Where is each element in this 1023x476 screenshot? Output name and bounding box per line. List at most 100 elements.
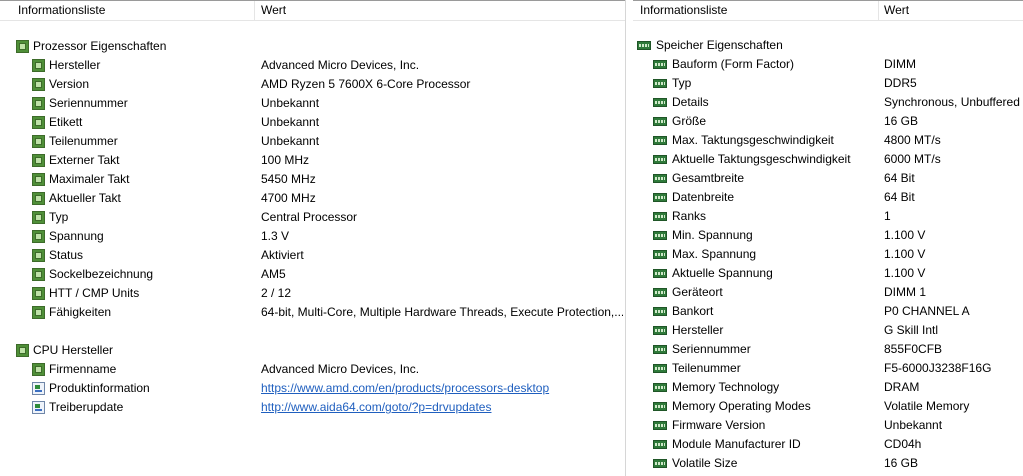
column-header-value[interactable]: Wert bbox=[878, 1, 909, 20]
list-item[interactable]: Teilenummer Unbekannt bbox=[0, 132, 625, 151]
list-item[interactable]: Min. Spannung 1.100 V bbox=[633, 226, 1023, 245]
section-header[interactable]: Speicher Eigenschaften bbox=[633, 36, 1023, 55]
list-item[interactable]: Volatile Size 16 GB bbox=[633, 454, 1023, 473]
row-value: 2 / 12 bbox=[261, 286, 292, 300]
list-item[interactable]: Teilenummer F5-6000J3238F16G bbox=[633, 359, 1023, 378]
list-item[interactable]: Etikett Unbekannt bbox=[0, 113, 625, 132]
section-header[interactable]: CPU Hersteller bbox=[0, 341, 625, 360]
row-label: Aktueller Takt bbox=[49, 191, 121, 205]
row-label: Firmware Version bbox=[672, 418, 766, 432]
list-item[interactable]: Firmenname Advanced Micro Devices, Inc. bbox=[0, 360, 625, 379]
row-label: Hersteller bbox=[672, 323, 724, 337]
row-value: Advanced Micro Devices, Inc. bbox=[261, 362, 420, 376]
row-label: Größe bbox=[672, 114, 707, 128]
row-label: Maximaler Takt bbox=[49, 172, 130, 186]
row-label: Firmenname bbox=[49, 362, 117, 376]
memory-info-list[interactable]: Informationsliste Wert Speicher Eigensch… bbox=[633, 0, 1023, 476]
row-label: Aktuelle Spannung bbox=[672, 266, 773, 280]
processor-info-list[interactable]: Informationsliste Wert Prozessor Eigensc… bbox=[0, 0, 626, 476]
list-item[interactable]: Spannung 1.3 V bbox=[0, 227, 625, 246]
row-value: Aktiviert bbox=[261, 248, 304, 262]
row-label: Datenbreite bbox=[672, 190, 735, 204]
row-label: Min. Spannung bbox=[672, 228, 753, 242]
row-label: Memory Operating Modes bbox=[672, 399, 811, 413]
list-item[interactable]: Max. Taktungsgeschwindigkeit 4800 MT/s bbox=[633, 131, 1023, 150]
list-item[interactable]: Gesamtbreite 64 Bit bbox=[633, 169, 1023, 188]
list-item[interactable]: Aktuelle Spannung 1.100 V bbox=[633, 264, 1023, 283]
list-item[interactable]: Externer Takt 100 MHz bbox=[0, 151, 625, 170]
list-item[interactable]: Bankort P0 CHANNEL A bbox=[633, 302, 1023, 321]
column-header-info[interactable]: Informationsliste bbox=[12, 1, 105, 20]
memory-module-icon bbox=[653, 98, 667, 107]
memory-module-icon bbox=[653, 326, 667, 335]
list-item[interactable]: Hersteller Advanced Micro Devices, Inc. bbox=[0, 56, 625, 75]
link-page-icon bbox=[32, 382, 45, 395]
row-value: 855F0CFB bbox=[884, 342, 943, 356]
column-header-info[interactable]: Informationsliste bbox=[634, 1, 727, 20]
list-item[interactable]: Firmware Version Unbekannt bbox=[633, 416, 1023, 435]
cpu-chip-icon bbox=[32, 211, 45, 224]
memory-module-icon bbox=[637, 41, 651, 50]
column-header-value[interactable]: Wert bbox=[255, 1, 286, 20]
row-value: CD04h bbox=[884, 437, 922, 451]
cpu-chip-icon bbox=[32, 268, 45, 281]
memory-module-icon bbox=[653, 402, 667, 411]
row-value: Unbekannt bbox=[884, 418, 943, 432]
list-item[interactable]: Status Aktiviert bbox=[0, 246, 625, 265]
cpu-chip-icon bbox=[16, 344, 29, 357]
row-value: 64 Bit bbox=[884, 171, 915, 185]
cpu-chip-icon bbox=[32, 78, 45, 91]
row-value: Unbekannt bbox=[261, 134, 320, 148]
list-item[interactable]: Bauform (Form Factor) DIMM bbox=[633, 55, 1023, 74]
hyperlink-value[interactable]: http://www.aida64.com/goto/?p=drvupdates bbox=[261, 398, 623, 417]
pane-splitter[interactable] bbox=[626, 0, 633, 476]
row-label: Bauform (Form Factor) bbox=[672, 57, 795, 71]
section-header[interactable]: Prozessor Eigenschaften bbox=[0, 37, 625, 56]
hyperlink-value[interactable]: https://www.amd.com/en/products/processo… bbox=[261, 379, 623, 398]
row-value: 16 GB bbox=[884, 456, 919, 470]
list-item[interactable]: Aktuelle Taktungsgeschwindigkeit 6000 MT/… bbox=[633, 150, 1023, 169]
list-item[interactable]: Max. Spannung 1.100 V bbox=[633, 245, 1023, 264]
list-item[interactable]: Memory Technology DRAM bbox=[633, 378, 1023, 397]
memory-module-icon bbox=[653, 193, 667, 202]
list-item[interactable]: Hersteller G Skill Intl bbox=[633, 321, 1023, 340]
list-item[interactable]: Typ DDR5 bbox=[633, 74, 1023, 93]
row-label: Version bbox=[49, 77, 90, 91]
row-value: 64-bit, Multi-Core, Multiple Hardware Th… bbox=[261, 305, 623, 319]
list-item[interactable]: Maximaler Takt 5450 MHz bbox=[0, 170, 625, 189]
list-item[interactable]: HTT / CMP Units 2 / 12 bbox=[0, 284, 625, 303]
row-value: Synchronous, Unbuffered bbox=[884, 95, 1020, 109]
row-value: 100 MHz bbox=[261, 153, 310, 167]
row-label: Max. Spannung bbox=[672, 247, 757, 261]
list-item[interactable]: Seriennummer Unbekannt bbox=[0, 94, 625, 113]
memory-module-icon bbox=[653, 307, 667, 316]
list-item[interactable]: Datenbreite 64 Bit bbox=[633, 188, 1023, 207]
memory-module-icon bbox=[653, 174, 667, 183]
list-item[interactable]: Module Manufacturer ID CD04h bbox=[633, 435, 1023, 454]
cpu-chip-icon bbox=[32, 135, 45, 148]
list-item[interactable]: Produktinformation https://www.amd.com/en… bbox=[0, 379, 625, 398]
memory-module-icon bbox=[653, 383, 667, 392]
row-value: 1.100 V bbox=[884, 228, 926, 242]
row-value: 6000 MT/s bbox=[884, 152, 941, 166]
list-item[interactable]: Geräteort DIMM 1 bbox=[633, 283, 1023, 302]
list-item[interactable]: Sockelbezeichnung AM5 bbox=[0, 265, 625, 284]
row-value: AMD Ryzen 5 7600X 6-Core Processor bbox=[261, 77, 471, 91]
list-item[interactable]: Aktueller Takt 4700 MHz bbox=[0, 189, 625, 208]
list-item[interactable]: Fähigkeiten 64-bit, Multi-Core, Multiple … bbox=[0, 303, 625, 322]
section-title: Speicher Eigenschaften bbox=[656, 38, 783, 52]
memory-module-icon bbox=[653, 421, 667, 430]
list-item[interactable]: Version AMD Ryzen 5 7600X 6-Core Processo… bbox=[0, 75, 625, 94]
memory-module-icon bbox=[653, 459, 667, 468]
list-item[interactable]: Typ Central Processor bbox=[0, 208, 625, 227]
list-item[interactable]: Seriennummer 855F0CFB bbox=[633, 340, 1023, 359]
list-item[interactable]: Memory Operating Modes Volatile Memory bbox=[633, 397, 1023, 416]
cpu-chip-icon bbox=[16, 40, 29, 53]
row-value: 64 Bit bbox=[884, 190, 915, 204]
list-item[interactable]: Details Synchronous, Unbuffered bbox=[633, 93, 1023, 112]
row-value: DIMM 1 bbox=[884, 285, 926, 299]
cpu-chip-icon bbox=[32, 59, 45, 72]
list-item[interactable]: Ranks 1 bbox=[633, 207, 1023, 226]
list-item[interactable]: Treiberupdate http://www.aida64.com/goto/… bbox=[0, 398, 625, 417]
list-item[interactable]: Größe 16 GB bbox=[633, 112, 1023, 131]
